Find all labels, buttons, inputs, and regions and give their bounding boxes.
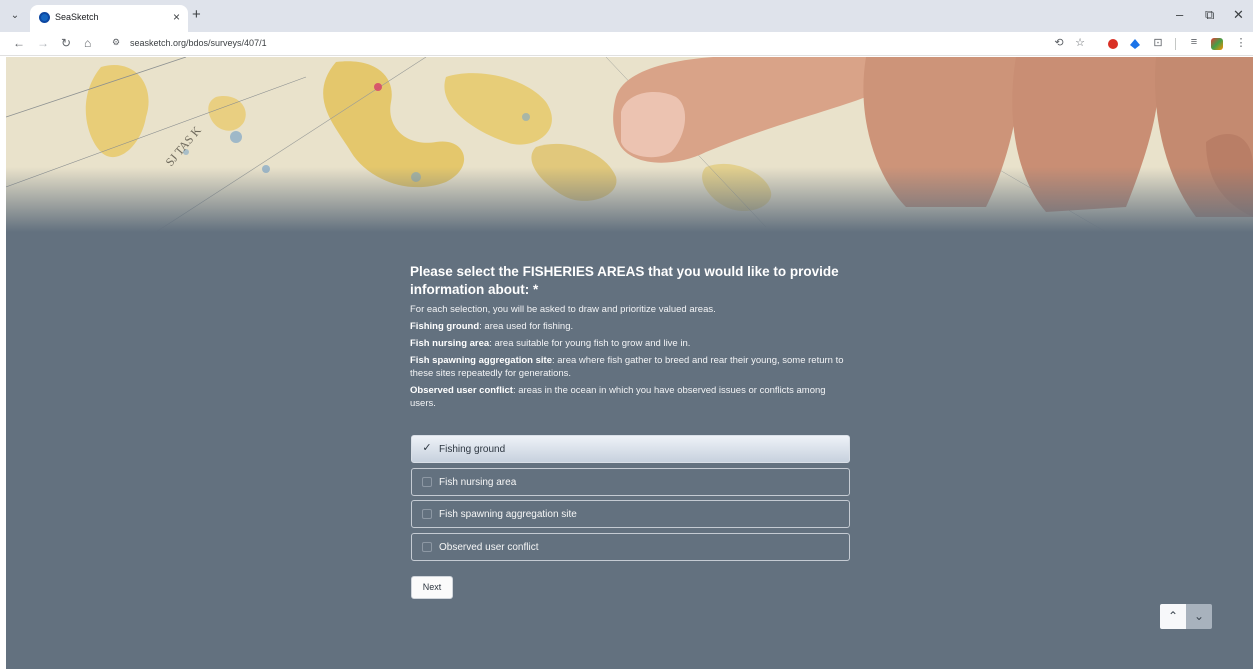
hero-image: SJ TAS K [6, 57, 1253, 232]
definition-term: Fish spawning aggregation site [410, 355, 552, 366]
option-label: Fish nursing area [439, 477, 517, 488]
checkbox-icon [422, 542, 432, 552]
option-fish-nursing-area[interactable]: Fish nursing area [411, 468, 850, 496]
definition-term: Fish nursing area [410, 338, 490, 349]
home-icon[interactable]: ⌂ [84, 36, 91, 50]
question-title: Please select the FISHERIES AREAS that y… [410, 264, 839, 297]
definition-fish-spawning-site: Fish spawning aggregation site: area whe… [410, 354, 850, 380]
definition-fish-nursing-area: Fish nursing area: area suitable for you… [410, 337, 850, 350]
address-bar[interactable]: ⚙ seasketch.org/bdos/surveys/407/1 [104, 34, 1044, 54]
next-button[interactable]: Next [411, 576, 453, 599]
favicon [39, 12, 50, 23]
minimize-icon[interactable]: – [1176, 7, 1183, 22]
browser-tab[interactable]: SeaSketch × [30, 5, 188, 32]
chevron-down-icon[interactable]: ⌄ [1186, 604, 1212, 629]
option-observed-user-conflict[interactable]: Observed user conflict [411, 533, 850, 561]
option-label: Observed user conflict [439, 542, 539, 553]
extensions-puzzle-icon[interactable]: ⊡ [1150, 36, 1166, 49]
checkmark-icon: ✓ [422, 442, 432, 454]
tab-title: SeaSketch [55, 12, 99, 22]
extension-stop-icon[interactable] [1108, 39, 1118, 49]
url-text[interactable]: seasketch.org/bdos/surveys/407/1 [130, 38, 267, 48]
back-icon[interactable]: ← [13, 36, 25, 50]
definition-term: Fishing ground [410, 321, 480, 332]
option-fishing-ground[interactable]: ✓ Fishing ground [411, 435, 850, 463]
definition-observed-user-conflict: Observed user conflict: areas in the oce… [410, 384, 850, 410]
chevron-up-icon[interactable]: ⌃ [1160, 604, 1186, 629]
definition-text: : area used for fishing. [479, 321, 574, 332]
new-tab-icon[interactable]: + [192, 6, 201, 23]
tab-search-icon[interactable]: ⌄ [7, 8, 23, 24]
toolbar-divider [1175, 38, 1176, 50]
forward-icon[interactable]: → [37, 36, 49, 50]
question-intro: For each selection, you will be asked to… [410, 304, 716, 315]
survey-question: Please select the FISHERIES AREAS that y… [410, 263, 850, 410]
restore-icon[interactable]: ⧉ [1205, 7, 1214, 23]
definition-term: Observed user conflict [410, 385, 513, 396]
checkbox-icon [422, 477, 432, 487]
option-label: Fishing ground [439, 444, 506, 455]
extension-blue-icon[interactable] [1130, 39, 1140, 49]
option-fish-spawning-site[interactable]: Fish spawning aggregation site [411, 500, 850, 528]
browser-tab-bar: ⌄ SeaSketch × + – ⧉ ✕ [0, 0, 1253, 32]
reading-list-icon[interactable]: ≡ [1186, 36, 1202, 48]
site-info-icon[interactable]: ⚙ [112, 37, 120, 48]
checkbox-icon [422, 509, 432, 519]
option-label: Fish spawning aggregation site [439, 509, 577, 520]
bookmark-star-icon[interactable]: ☆ [1072, 36, 1088, 49]
question-nav: ⌃ ⌄ [1160, 604, 1212, 629]
definition-text: : area suitable for young fish to grow a… [489, 338, 691, 349]
extension-color-icon[interactable] [1211, 38, 1223, 50]
close-icon[interactable]: × [173, 10, 180, 24]
survey-page: SJ TAS K Please select the FISHERIES ARE… [6, 57, 1253, 669]
translate-icon[interactable]: ⟲ [1051, 36, 1067, 49]
definition-fishing-ground: Fishing ground: area used for fishing. [410, 320, 850, 333]
window-close-icon[interactable]: ✕ [1233, 7, 1244, 23]
browser-toolbar: ← → ↻ ⌂ ⚙ seasketch.org/bdos/surveys/407… [0, 32, 1253, 56]
more-menu-icon[interactable]: ⋮ [1233, 36, 1249, 49]
reload-icon[interactable]: ↻ [61, 36, 71, 50]
hero-fade [6, 167, 1253, 232]
